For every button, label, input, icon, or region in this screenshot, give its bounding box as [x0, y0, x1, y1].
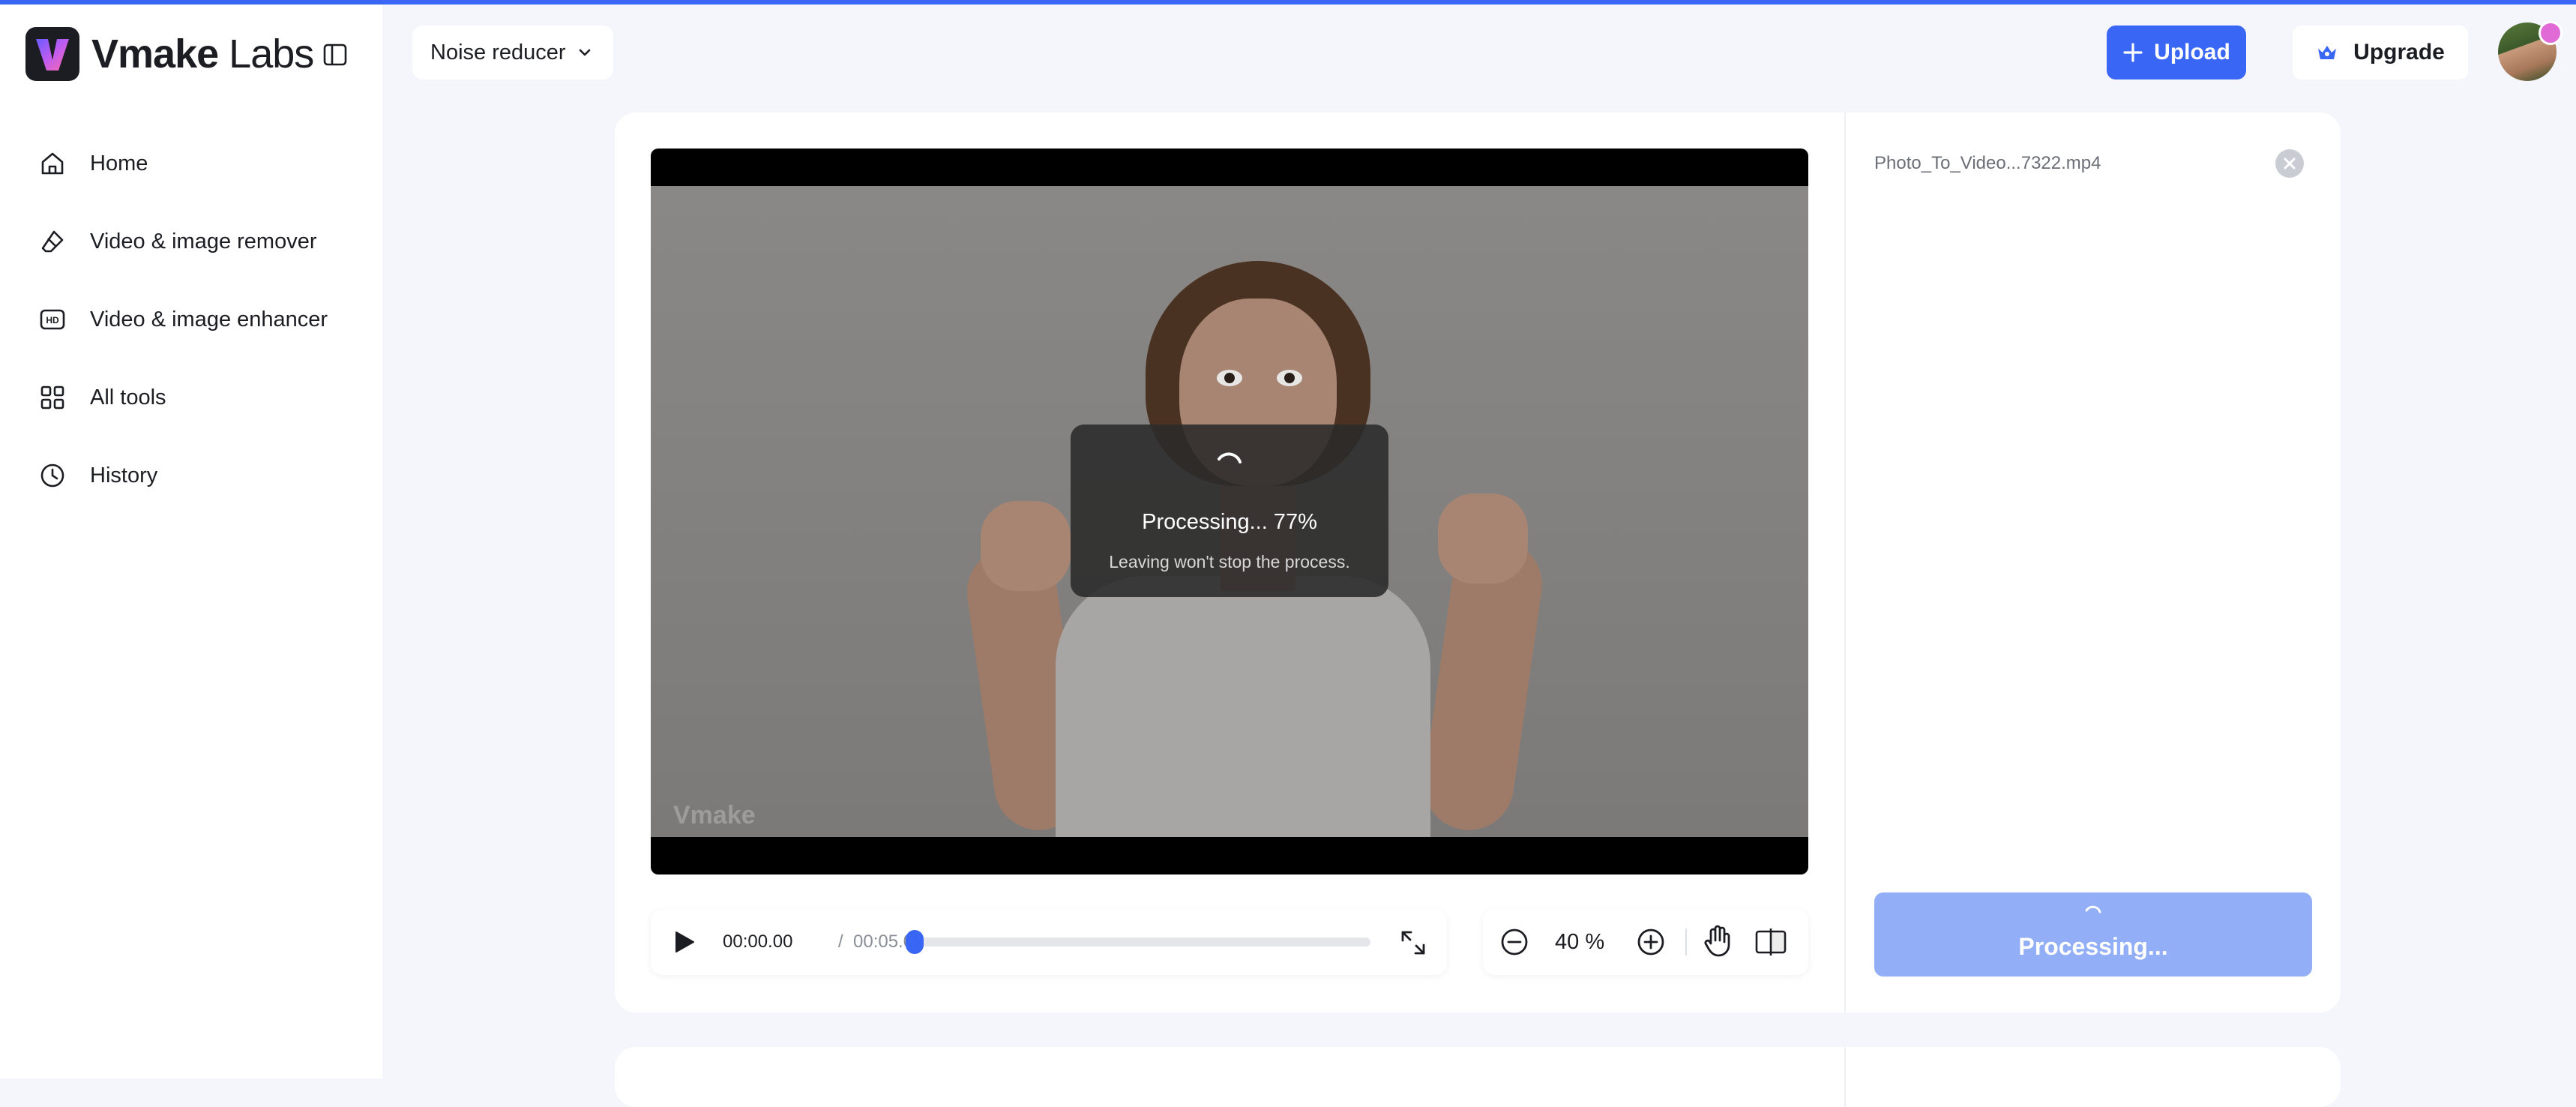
panel-divider: [1844, 112, 1846, 1012]
sidebar-item-home[interactable]: Home: [21, 124, 366, 202]
upload-label: Upload: [2154, 40, 2230, 64]
video-figure-fist: [981, 501, 1071, 591]
chevron-down-icon: [579, 49, 590, 56]
sidebar: Vmake Labs Home Video & image remover HD…: [0, 4, 382, 1078]
video-figure-eye: [1217, 370, 1242, 386]
upload-button[interactable]: Upload: [2107, 26, 2246, 80]
play-icon[interactable]: [670, 928, 697, 956]
sidebar-item-all-tools[interactable]: All tools: [21, 358, 366, 436]
vmake-logo-icon: [25, 27, 79, 81]
current-time: 00:00.00: [723, 932, 793, 952]
video-figure-fist: [1438, 494, 1528, 584]
zoom-controls: 40 %: [1483, 909, 1808, 975]
grid-icon: [37, 382, 67, 412]
zoom-separator: [1685, 928, 1687, 956]
compare-split-icon[interactable]: [1754, 927, 1787, 957]
sidebar-item-remover[interactable]: Video & image remover: [21, 202, 366, 280]
zoom-out-icon[interactable]: [1499, 927, 1529, 957]
top-progress-line: [0, 0, 2576, 4]
sidebar-item-enhancer[interactable]: HD Video & image enhancer: [21, 280, 366, 358]
video-figure-shirt: [1056, 576, 1430, 837]
player-controls: 00:00.00 / 00:05.08: [651, 909, 1447, 975]
sidebar-item-label: All tools: [90, 385, 166, 410]
time-separator: /: [838, 932, 843, 952]
hd-icon: HD: [37, 304, 67, 334]
next-card: [615, 1047, 2341, 1107]
tool-select-value: Noise reducer: [430, 40, 566, 64]
svg-text:HD: HD: [46, 315, 59, 326]
eraser-icon: [37, 226, 67, 256]
spinner-icon: [2085, 905, 2101, 914]
avatar-badge-icon: [2539, 21, 2563, 45]
zoom-in-icon[interactable]: [1636, 927, 1666, 957]
sidebar-item-label: History: [90, 463, 158, 488]
processing-status: Processing... 77%: [1142, 510, 1317, 534]
sidebar-item-label: Video & image remover: [90, 229, 317, 254]
file-name: Photo_To_Video...7322.mp4: [1874, 153, 2101, 173]
brand[interactable]: Vmake Labs: [25, 26, 314, 82]
sidebar-nav: Home Video & image remover HD Video & im…: [21, 124, 366, 514]
upgrade-label: Upgrade: [2353, 40, 2445, 64]
crown-icon: [2318, 46, 2337, 59]
brand-name: Vmake Labs: [91, 32, 314, 76]
close-icon[interactable]: [2275, 148, 2305, 178]
watermark: Vmake: [673, 801, 756, 830]
clock-icon: [37, 460, 67, 490]
fullscreen-icon[interactable]: [1399, 928, 1427, 957]
upgrade-button[interactable]: Upgrade: [2293, 26, 2468, 80]
zoom-level: 40 %: [1555, 930, 1605, 954]
panel-divider: [1844, 1047, 1846, 1107]
sidebar-item-label: Home: [90, 151, 148, 176]
process-button-label: Processing...: [2018, 933, 2168, 960]
home-icon: [37, 148, 67, 178]
video-figure-eye: [1277, 370, 1302, 386]
seek-handle[interactable]: [906, 930, 924, 954]
process-button[interactable]: Processing...: [1874, 892, 2312, 976]
sidebar-toggle-icon[interactable]: [322, 42, 348, 68]
spinner-icon: [1218, 452, 1242, 464]
seek-bar[interactable]: [907, 938, 1370, 946]
processing-overlay: Processing... 77% Leaving won't stop the…: [1071, 424, 1388, 597]
processing-note: Leaving won't stop the process.: [1109, 552, 1350, 572]
plus-icon: [2123, 43, 2143, 62]
sidebar-item-label: Video & image enhancer: [90, 307, 328, 332]
sidebar-item-history[interactable]: History: [21, 436, 366, 514]
tool-select-dropdown[interactable]: Noise reducer: [412, 26, 613, 80]
hand-pan-icon[interactable]: [1700, 924, 1735, 958]
